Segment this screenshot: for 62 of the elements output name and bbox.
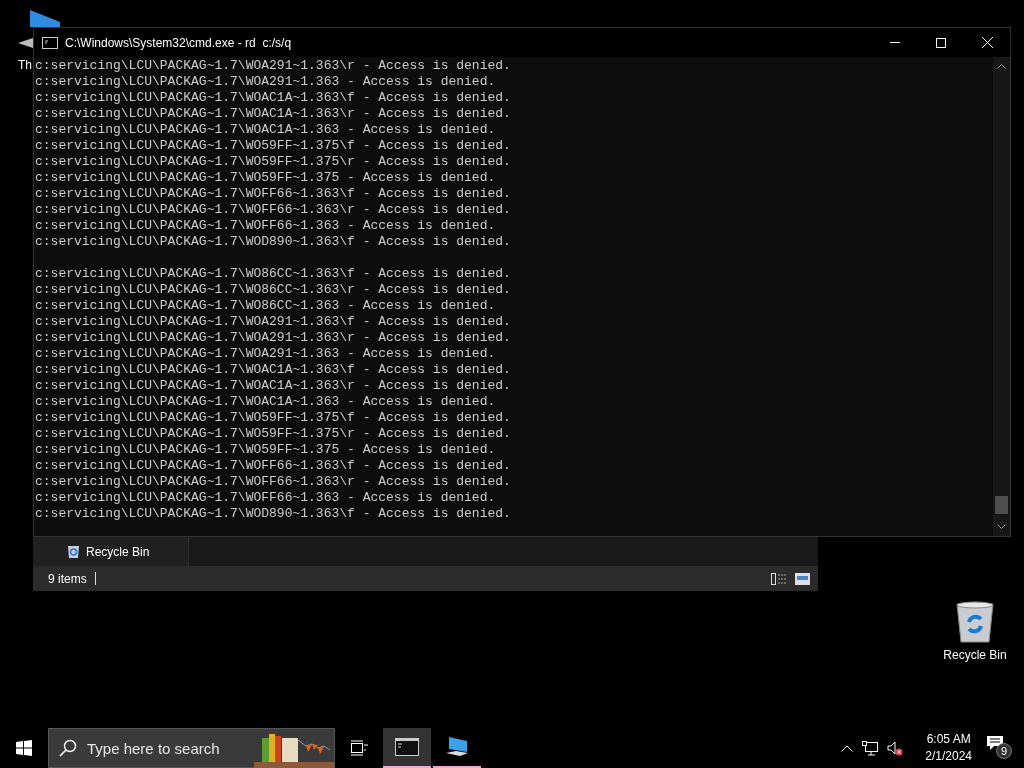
console-line: c:servicing\LCU\PACKAG~1.7\WO59FF~1.375\r - Access is denied. xyxy=(35,154,511,170)
notification-count: 9 xyxy=(996,743,1012,759)
scroll-thumb[interactable] xyxy=(995,496,1008,514)
console-line: c:servicing\LCU\PACKAG~1.7\WO59FF~1.375\f - Access is denied. xyxy=(35,410,511,426)
start-icon[interactable] xyxy=(16,740,32,756)
console-line: c:servicing\LCU\PACKAG~1.7\WOFF66~1.363 - Access is denied. xyxy=(35,490,496,506)
console-line: c:servicing\LCU\PACKAG~1.7\WOA291~1.363\f - Access is denied. xyxy=(35,314,511,330)
console-icon xyxy=(395,738,419,756)
console-line: c:servicing\LCU\PACKAG~1.7\WOAC1A~1.363\f - Access is denied. xyxy=(35,90,511,106)
console-line: c:servicing\LCU\PACKAG~1.7\WOAC1A~1.363 - Access is denied. xyxy=(35,122,496,138)
desktop-icon-label: Recycle Bin xyxy=(943,648,1007,662)
close-icon xyxy=(981,37,993,48)
console-line: c:servicing\LCU\PACKAG~1.7\WOA291~1.363 - Access is denied. xyxy=(35,346,496,362)
console-line: c:servicing\LCU\PACKAG~1.7\WO86CC~1.363\f - Access is denied. xyxy=(35,266,511,282)
console-line: c:servicing\LCU\PACKAG~1.7\WOAC1A~1.363\r - Access is denied. xyxy=(35,106,511,122)
search-field[interactable]: Type here to search xyxy=(85,738,246,758)
console-line: c:servicing\LCU\PACKAG~1.7\WO86CC~1.363\r - Access is denied. xyxy=(35,282,511,298)
recycle-bin-tab[interactable]: Recycle Bin xyxy=(33,537,189,566)
item-count: 9 items xyxy=(48,571,87,586)
notifications-button[interactable]: 9 xyxy=(986,735,1010,761)
minimize-icon xyxy=(890,42,900,43)
console-line: c:servicing\LCU\PACKAG~1.7\WO59FF~1.375\f - Access is denied. xyxy=(35,138,511,154)
console-line: c:servicing\LCU\PACKAG~1.7\WOFF66~1.363\r - Access is denied. xyxy=(35,202,511,218)
chevron-up-icon[interactable] xyxy=(841,744,854,752)
console-line: c:servicing\LCU\PACKAG~1.7\WO59FF~1.375 - Access is denied. xyxy=(35,442,496,458)
details-view-icon[interactable] xyxy=(771,572,787,585)
clock-date: 2/1/2024 xyxy=(925,748,972,765)
desktop-icon-label: Th xyxy=(18,58,32,72)
scroll-down-icon[interactable] xyxy=(997,524,1006,530)
console-line: c:servicing\LCU\PACKAG~1.7\WOD890~1.363\f - Access is denied. xyxy=(35,506,511,522)
clock[interactable]: 6:05 AM 2/1/2024 xyxy=(925,731,972,765)
clock-time: 6:05 AM xyxy=(926,731,971,748)
task-view-icon[interactable] xyxy=(350,740,368,756)
computer-icon xyxy=(445,736,469,758)
network-icon[interactable] xyxy=(862,740,879,756)
recycle-bin-icon xyxy=(67,544,80,559)
window-title: C:\Windows\System32\cmd.exe - rd c:/s/q xyxy=(65,35,293,50)
large-icons-view-icon[interactable] xyxy=(795,572,810,585)
maximize-icon xyxy=(936,37,946,48)
console-line: c:servicing\LCU\PACKAG~1.7\WOAC1A~1.363\r - Access is denied. xyxy=(35,378,511,394)
console-line: c:servicing\LCU\PACKAG~1.7\WOA291~1.363\r - Access is denied. xyxy=(35,58,511,74)
search-box[interactable]: Type here to search xyxy=(48,728,335,768)
console-line: c:servicing\LCU\PACKAG~1.7\WOFF66~1.363\f - Access is denied. xyxy=(35,186,511,202)
console-line: c:servicing\LCU\PACKAG~1.7\WOA291~1.363 - Access is denied. xyxy=(35,74,496,90)
console-line: c:servicing\LCU\PACKAG~1.7\WOAC1A~1.363\f - Access is denied. xyxy=(35,362,511,378)
console-line: c:servicing\LCU\PACKAG~1.7\WO59FF~1.375\r - Access is denied. xyxy=(35,426,511,442)
taskbar-app[interactable] xyxy=(383,728,431,768)
console-line: c:servicing\LCU\PACKAG~1.7\WOFF66~1.363\r - Access is denied. xyxy=(35,474,511,490)
search-icon xyxy=(59,739,77,757)
console-icon xyxy=(42,36,58,49)
console-line: c:servicing\LCU\PACKAG~1.7\WOA291~1.363\r - Access is denied. xyxy=(35,330,511,346)
console-line: c:servicing\LCU\PACKAG~1.7\WOD890~1.363\f - Access is denied. xyxy=(35,234,511,250)
console-line: c:servicing\LCU\PACKAG~1.7\WOFF66~1.363 - Access is denied. xyxy=(35,218,496,234)
console-line: c:servicing\LCU\PACKAG~1.7\WO59FF~1.375 - Access is denied. xyxy=(35,170,496,186)
scrollbar[interactable] xyxy=(993,57,1010,536)
scroll-up-icon[interactable] xyxy=(997,63,1006,69)
speaker-muted-icon[interactable] xyxy=(887,740,904,756)
recycle-bin-icon[interactable] xyxy=(955,600,995,644)
console-line: c:servicing\LCU\PACKAG~1.7\WO86CC~1.363 - Access is denied. xyxy=(35,298,496,314)
console-line: c:servicing\LCU\PACKAG~1.7\WOFF66~1.363\f - Access is denied. xyxy=(35,458,511,474)
shortcut-arrow-icon xyxy=(18,38,33,48)
console-line: c:servicing\LCU\PACKAG~1.7\WOAC1A~1.363 - Access is denied. xyxy=(35,394,496,410)
